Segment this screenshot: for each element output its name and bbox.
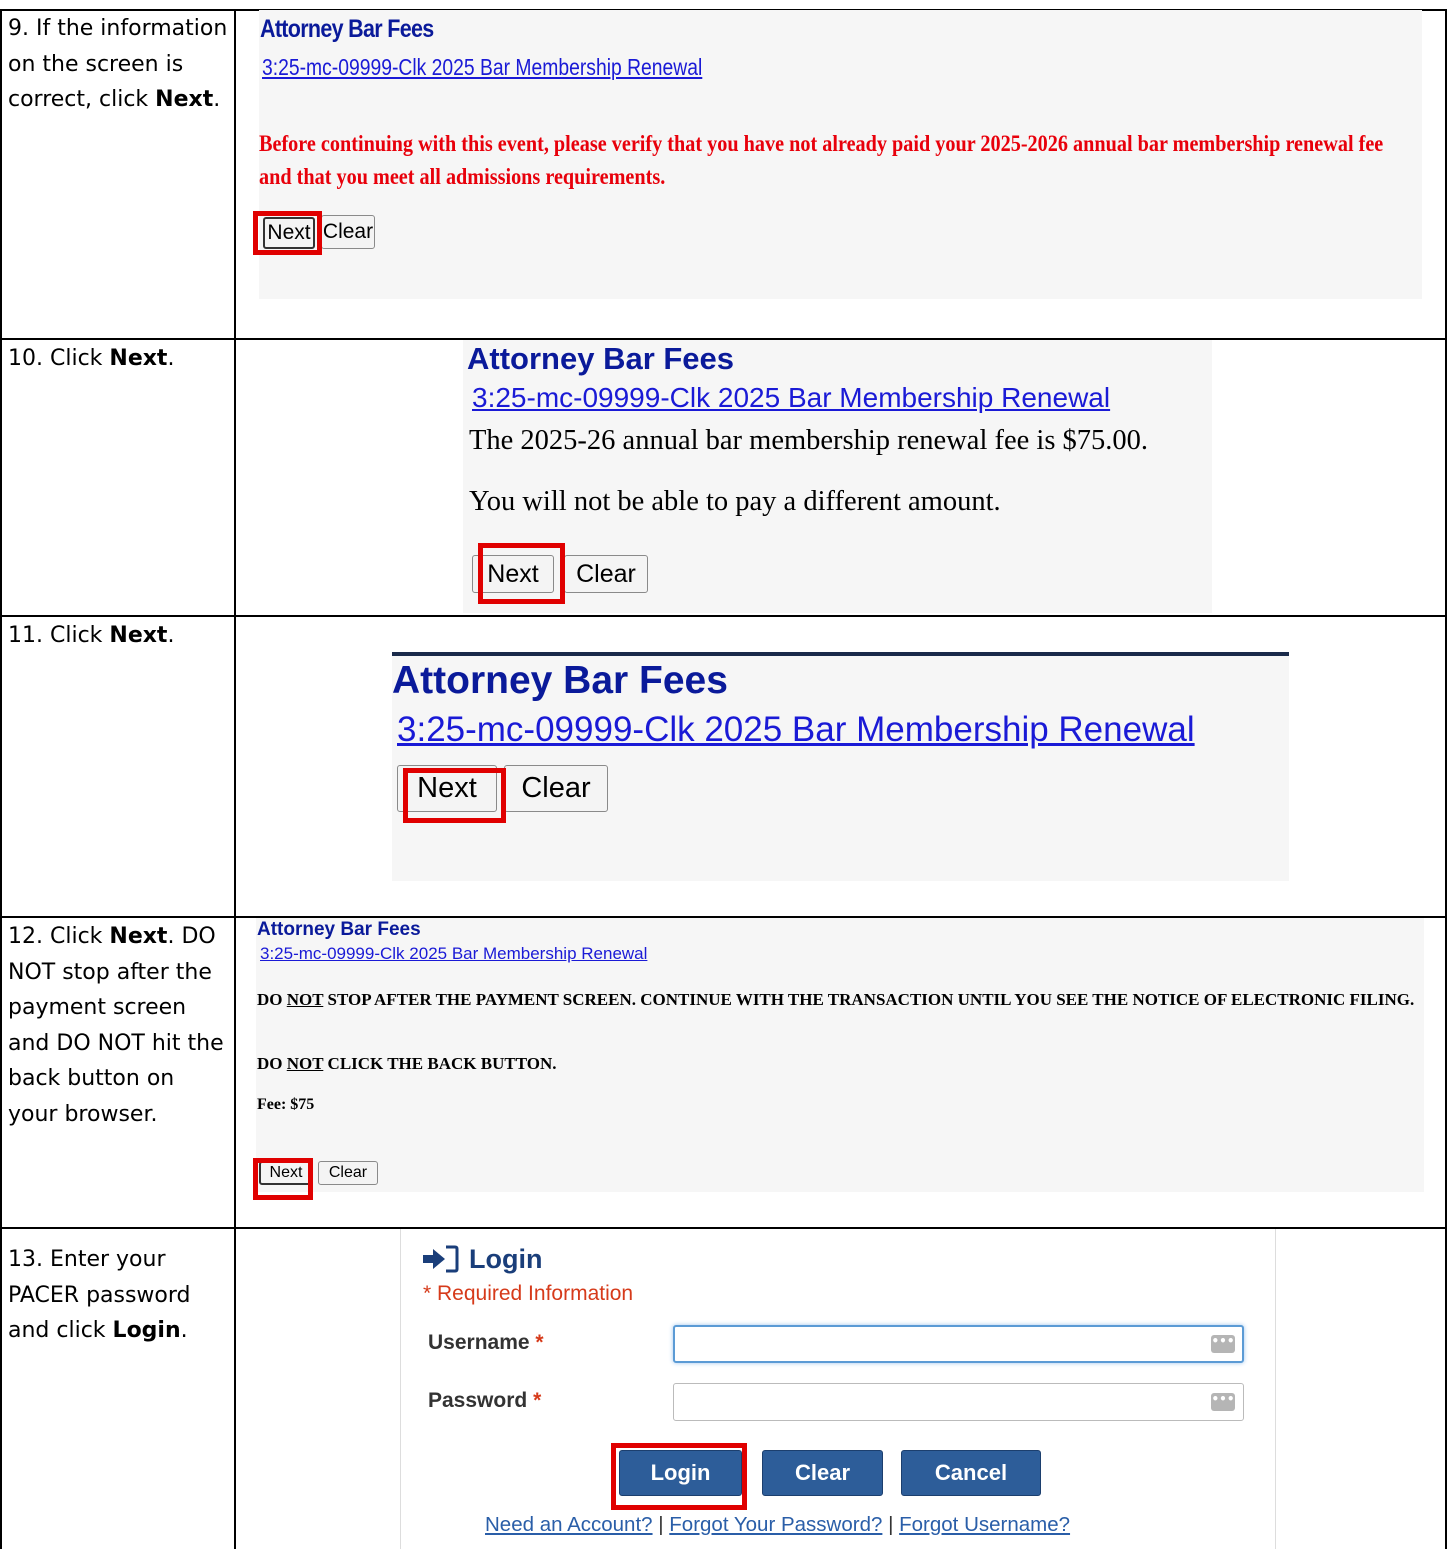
verification-warning: Before continuing with this event, pleas… [259,131,1384,190]
account-links: Need an Account? | Forgot Your Password?… [485,1513,1070,1537]
step-text: . [167,346,175,371]
warning-text: DO [257,1054,287,1073]
page-title: Attorney Bar Fees [260,15,434,43]
screenshot-panel-11: Attorney Bar Fees 3:25-mc-09999-Clk 2025… [392,652,1289,881]
fee-amount: Fee: $75 [257,1096,315,1113]
clear-button[interactable]: Clear [318,1161,378,1185]
table-border-left [0,9,2,1549]
need-account-link[interactable]: Need an Account? [485,1513,653,1536]
warning-text: STOP AFTER THE PAYMENT SCREEN. CONTINUE … [323,990,1415,1009]
step-instruction-10: 10. Click Next. [8,341,230,377]
highlight-login-button [611,1443,747,1510]
page-title: Attorney Bar Fees [257,919,421,940]
highlight-next-button [403,768,506,823]
case-link[interactable]: 3:25-mc-09999-Clk 2025 Bar Membership Re… [262,54,702,81]
case-link[interactable]: 3:25-mc-09999-Clk 2025 Bar Membership Re… [472,382,1110,414]
clear-button[interactable]: Clear [321,215,375,249]
table-border-right [1445,9,1447,1549]
password-label-text: Password [428,1389,528,1412]
step-bold-text: Next [155,87,214,112]
warning-emphasis: NOT [286,990,324,1009]
step-instruction-13: 13. Enter your PACER password and click … [8,1242,230,1349]
password-manager-icon[interactable]: ••• [1211,1335,1235,1353]
step-text: 12. Click [8,924,110,949]
step-bold-text: Next [109,346,168,371]
step-text: 11. Click [8,623,110,648]
link-separator: | [888,1513,894,1536]
required-star: * [533,1389,542,1412]
highlight-next-button [253,1158,313,1200]
step-text: 10. Click [8,346,110,371]
sign-in-icon [421,1244,459,1274]
screenshot-panel-12: Attorney Bar Fees 3:25-mc-09999-Clk 2025… [256,918,1424,1192]
link-separator: | [658,1513,664,1536]
step-instruction-11: 11. Click Next. [8,618,230,654]
header-rule [392,652,1289,656]
clear-button[interactable]: Clear [762,1450,883,1496]
page-title: Attorney Bar Fees [467,341,735,376]
case-link[interactable]: 3:25-mc-09999-Clk 2025 Bar Membership Re… [260,944,647,964]
step-text: . [213,87,221,112]
fee-statement: The 2025-26 annual bar membership renewa… [469,425,1149,456]
amount-note: You will not be able to pay a different … [469,486,1001,517]
screenshot-panel-13: Login * Required Information Username * … [400,1229,1276,1549]
case-link[interactable]: 3:25-mc-09999-Clk 2025 Bar Membership Re… [397,710,1195,750]
step-bold-text: Next [109,623,168,648]
login-header: Login [421,1241,542,1277]
highlight-next-button [253,211,322,255]
forgot-password-link[interactable]: Forgot Your Password? [669,1513,882,1536]
warning-text: CLICK THE BACK BUTTON. [323,1054,557,1073]
username-label-text: Username [428,1331,530,1354]
screenshot-panel-10: Attorney Bar Fees 3:25-mc-09999-Clk 2025… [463,340,1212,613]
username-field[interactable] [673,1325,1244,1363]
step-text: . [167,623,175,648]
step-instruction-9: 9. If the information on the screen is c… [8,11,230,118]
password-label: Password * [428,1389,541,1413]
required-star: * [535,1331,544,1354]
password-manager-icon[interactable]: ••• [1211,1393,1235,1411]
cancel-button[interactable]: Cancel [901,1450,1041,1496]
clear-button[interactable]: Clear [564,555,648,593]
clear-button[interactable]: Clear [504,765,608,812]
username-label: Username * [428,1331,544,1355]
screenshot-panel-9: Attorney Bar Fees 3:25-mc-09999-Clk 2025… [259,10,1422,299]
forgot-username-link[interactable]: Forgot Username? [899,1513,1070,1536]
highlight-next-button [478,543,565,604]
row-divider [0,615,1447,617]
step-bold-text: Next [109,924,168,949]
required-note: * Required Information [423,1282,634,1305]
warning-emphasis: NOT [286,1054,324,1073]
step-instruction-12: 12. Click Next. DO NOT stop after the pa… [8,919,230,1132]
password-field[interactable] [673,1383,1244,1421]
payment-warning: DO NOT STOP AFTER THE PAYMENT SCREEN. CO… [257,990,1422,1009]
back-button-warning: DO NOT CLICK THE BACK BUTTON. [257,1054,556,1074]
warning-text: DO [257,990,287,1009]
page-title: Attorney Bar Fees [392,659,728,702]
table-column-divider [234,9,236,1549]
step-bold-text: Login [112,1318,181,1343]
step-text: . DO NOT stop after the payment screen a… [8,924,224,1127]
login-title: Login [469,1243,543,1274]
step-text: . [180,1318,188,1343]
